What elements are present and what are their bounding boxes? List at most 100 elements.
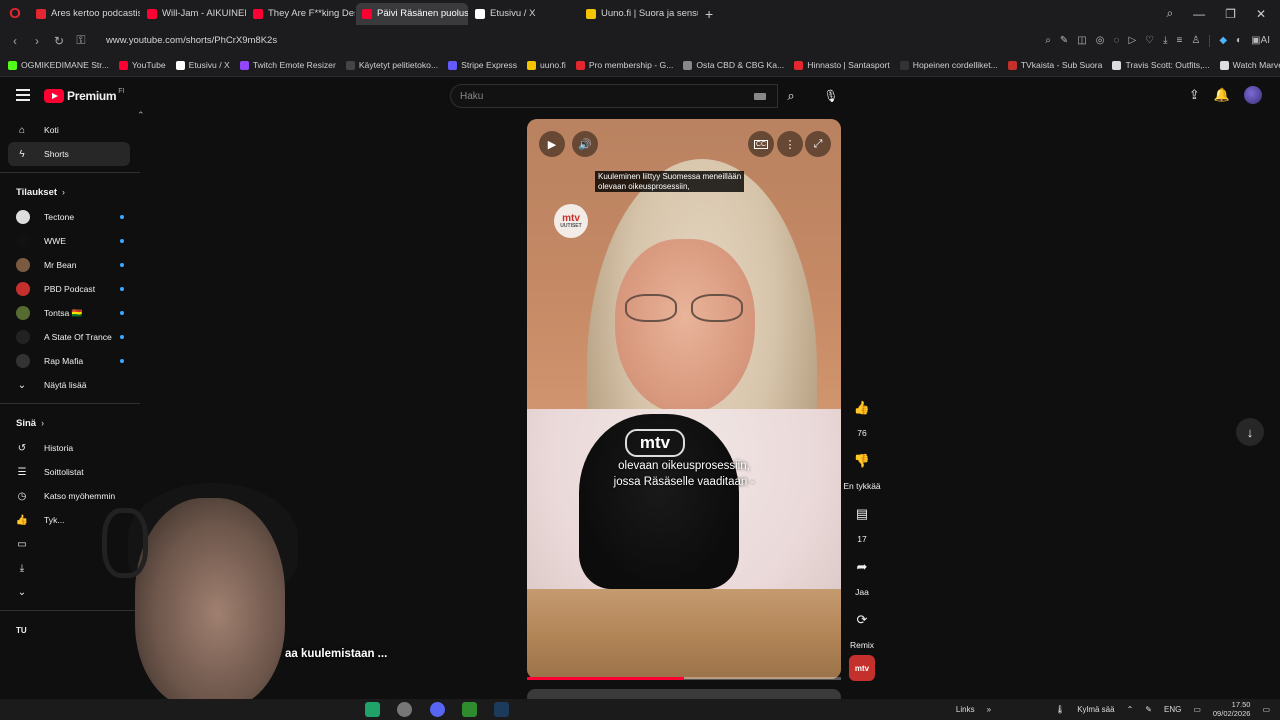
notifications-icon[interactable]: 🔔 xyxy=(1214,87,1230,103)
app-icon[interactable] xyxy=(397,702,412,717)
bookmark-item[interactable]: OGMIKEDIMANE Str... xyxy=(8,60,109,70)
bookmark-item[interactable]: Twitch Emote Resizer xyxy=(239,60,336,70)
shield-icon[interactable]: ◌ xyxy=(1113,35,1119,46)
bookmark-item[interactable]: Käytetyt pelitietoko... xyxy=(345,60,438,70)
browser-tab[interactable]: Uuno.fi | Suora ja sensuroi xyxy=(580,3,698,25)
youtube-logo[interactable]: Premium FI xyxy=(44,88,125,103)
sidebar-subscription[interactable]: A State Of Trance xyxy=(0,325,140,349)
links-toolbar[interactable]: Links xyxy=(956,705,975,714)
voice-search-button[interactable]: 🎙 xyxy=(820,85,842,107)
bookmark-item[interactable]: Travis Scott: Outfits,... xyxy=(1112,60,1210,70)
bookmark-item[interactable]: uuno.fi xyxy=(527,60,566,70)
show-more-button[interactable]: ⌄ Näytä lisää xyxy=(0,373,140,397)
bookmark-item[interactable]: TVkaista - Sub Suora xyxy=(1007,60,1102,70)
share-button[interactable]: ➦ xyxy=(847,552,877,582)
search-tabs-icon[interactable]: ⌕ xyxy=(1166,6,1173,21)
bookmark-item[interactable]: Hopeinen cordelliket... xyxy=(899,60,998,70)
share-action[interactable]: ➦ Jaa xyxy=(842,552,882,597)
bookmark-item[interactable]: Hinnasto | Santasport xyxy=(794,60,890,70)
upload-icon[interactable]: ⇪ xyxy=(1189,87,1200,103)
ai-icon[interactable]: ▣AI xyxy=(1251,35,1270,46)
discord-icon[interactable] xyxy=(430,702,445,717)
sidebar-item-shorts[interactable]: ϟ Shorts xyxy=(8,142,130,166)
pen-icon[interactable]: ✎ xyxy=(1145,705,1152,714)
captions-button[interactable]: CC xyxy=(748,131,774,157)
search-input[interactable] xyxy=(451,85,741,107)
account-icon[interactable]: ♙ xyxy=(1191,35,1200,46)
reload-icon[interactable]: ↻ xyxy=(48,34,70,48)
bookmark-item[interactable]: YouTube xyxy=(118,60,166,70)
clock[interactable]: 17.50 09/02/2026 xyxy=(1213,701,1251,718)
weather-text[interactable]: Kylmä sää xyxy=(1077,705,1114,714)
keyboard-icon[interactable] xyxy=(754,93,766,100)
sidebar-subscription[interactable]: Mr Bean xyxy=(0,253,140,277)
edit-icon[interactable]: ✎ xyxy=(1060,35,1068,46)
sidebar-subscription[interactable]: Tontsa 🇧🇴 xyxy=(0,301,140,325)
browser-tab[interactable]: Päivi Räsänen puolustaa k✕ xyxy=(356,2,468,25)
sidebar-subscription[interactable]: Rap Mafia xyxy=(0,349,140,373)
close-window-icon[interactable]: ✕ xyxy=(1256,7,1266,21)
bookmark-item[interactable]: Pro membership - G... xyxy=(575,60,673,70)
dislike-action[interactable]: 👎 En tykkää xyxy=(842,446,882,491)
heart-icon[interactable]: ♡ xyxy=(1145,35,1154,46)
tray-expand-icon[interactable]: ⌃ xyxy=(1127,705,1134,714)
bookmark-item[interactable]: Osta CBD & CBG Ka... xyxy=(683,60,784,70)
download-icon[interactable]: ⤓ xyxy=(1163,35,1167,46)
browser-tab[interactable]: Ares kertoo podcastissa v xyxy=(30,3,140,25)
app-icon[interactable] xyxy=(462,702,477,717)
new-tab-icon[interactable]: + xyxy=(705,6,713,22)
like-action[interactable]: 👍 76 xyxy=(842,393,882,438)
minimize-icon[interactable]: — xyxy=(1193,7,1205,21)
camera-icon[interactable]: ◫ xyxy=(1077,35,1086,46)
guide-menu-icon[interactable] xyxy=(16,89,30,103)
vpn-icon[interactable]: ◎ xyxy=(1096,35,1105,46)
bookmark-item[interactable]: Stripe Express xyxy=(448,60,517,70)
next-video-button[interactable]: ↓ xyxy=(1236,418,1264,446)
sidebar-subscription[interactable]: WWE xyxy=(0,229,140,253)
sidebar-subscription[interactable]: Tectone xyxy=(0,205,140,229)
avatar[interactable] xyxy=(1244,86,1262,104)
site-info-icon[interactable]: ⚿ xyxy=(70,33,92,48)
opera-logo-icon[interactable]: O xyxy=(4,3,26,25)
search-button[interactable]: ⌕ xyxy=(778,84,804,108)
back-icon[interactable]: ‹ xyxy=(4,34,26,48)
browser-tab[interactable]: Will-Jam - AIKUINEN - Yo xyxy=(141,3,246,25)
like-button[interactable]: 👍 xyxy=(847,393,877,423)
network-icon[interactable]: ▭ xyxy=(1193,705,1201,714)
maximize-icon[interactable]: ❐ xyxy=(1225,7,1236,21)
language-indicator[interactable]: ENG xyxy=(1164,705,1181,714)
volume-button[interactable]: 🔊 xyxy=(572,131,598,157)
sidebar-subscription[interactable]: PBD Podcast xyxy=(0,277,140,301)
remix-action[interactable]: ⟳ Remix xyxy=(842,605,882,650)
steam-icon[interactable] xyxy=(494,702,509,717)
play-icon[interactable]: ▷ xyxy=(1128,35,1136,46)
search-page-icon[interactable]: ⌕ xyxy=(1045,35,1051,46)
menu-icon[interactable]: ≡ xyxy=(1177,35,1183,46)
next-short-preview[interactable] xyxy=(527,689,841,699)
notification-center-icon[interactable]: ▭ xyxy=(1262,705,1270,714)
extension-icon[interactable]: ◐ xyxy=(1236,35,1242,46)
video-progress-bar[interactable] xyxy=(527,677,841,680)
chevron-icon[interactable]: » xyxy=(987,705,991,714)
app-icon[interactable] xyxy=(365,702,380,717)
subscriptions-heading[interactable]: Tilaukset › xyxy=(0,179,140,205)
shorts-video-player[interactable]: mtv mtv UUTISET ▶ 🔊 CC ⋮ ⤢ Kuuleminen lii… xyxy=(527,119,841,679)
sidebar-item-koti[interactable]: ⌂ Koti xyxy=(0,118,140,142)
forward-icon[interactable]: › xyxy=(26,34,48,48)
comment-action[interactable]: ▤ 17 xyxy=(842,499,882,544)
url-field[interactable]: www.youtube.com/shorts/PhCrX9m8K2s xyxy=(106,35,277,46)
more-options-button[interactable]: ⋮ xyxy=(777,131,803,157)
dislike-button[interactable]: 👎 xyxy=(847,446,877,476)
channel-avatar[interactable]: mtv xyxy=(849,655,875,681)
you-heading[interactable]: Sinä › xyxy=(0,410,140,436)
comment-button[interactable]: ▤ xyxy=(847,499,877,529)
play-button[interactable]: ▶ xyxy=(539,131,565,157)
sidebar-item-you[interactable]: ↺ Historia xyxy=(0,436,140,460)
bookmark-item[interactable]: Etusivu / X xyxy=(175,60,230,70)
fullscreen-button[interactable]: ⤢ xyxy=(805,131,831,157)
browser-tab[interactable]: Etusivu / X xyxy=(469,3,579,25)
browser-tab[interactable]: They Are F**king Desperat xyxy=(247,3,355,25)
remix-button[interactable]: ⟳ xyxy=(847,605,877,635)
bookmark-item[interactable]: Watch Marvel's Luk... xyxy=(1219,60,1280,70)
extension-icon[interactable]: ◆ xyxy=(1219,35,1227,46)
